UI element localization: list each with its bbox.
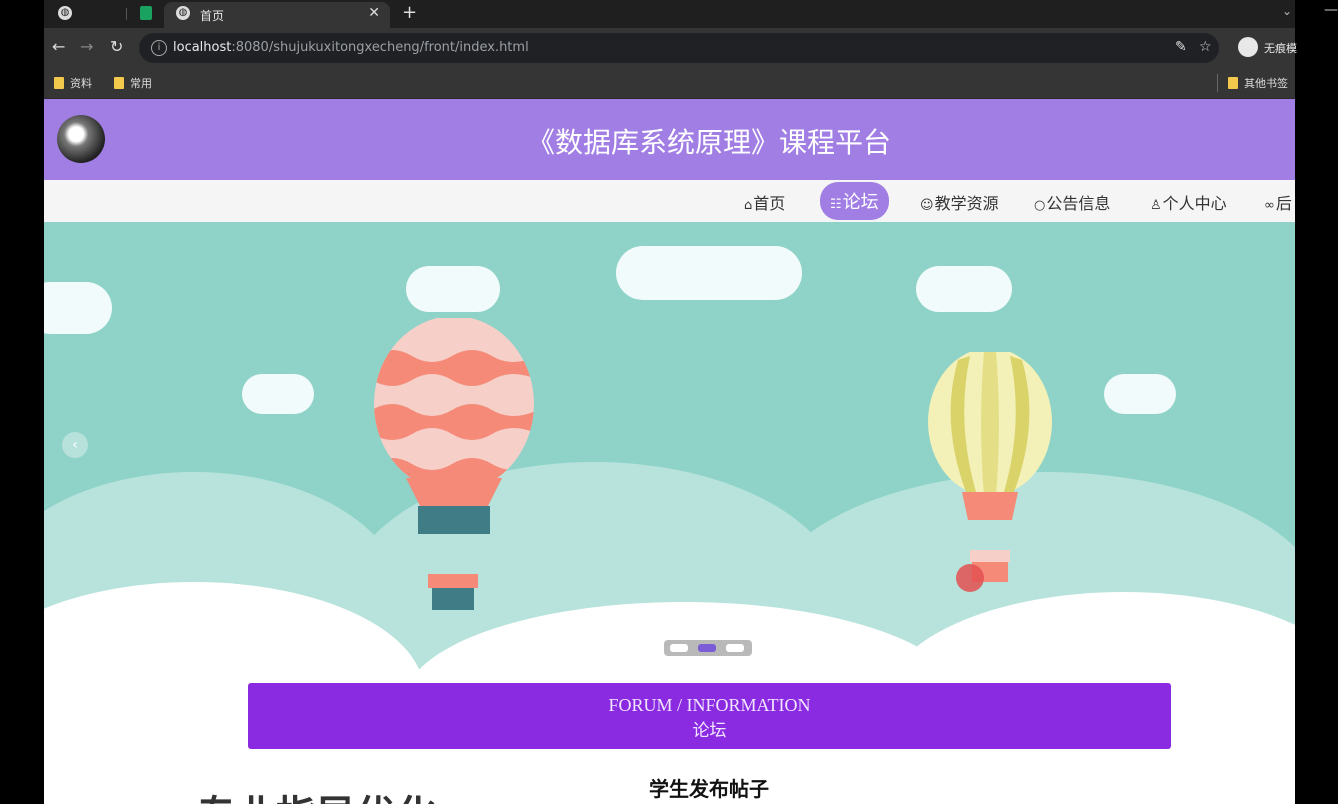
key-icon[interactable]: ✎: [1175, 39, 1187, 55]
cloud: [1104, 374, 1176, 414]
close-icon[interactable]: ✕: [368, 5, 380, 21]
forum-icon: ☷: [830, 197, 842, 212]
bookmark-divider: [1217, 74, 1218, 92]
other-bookmarks[interactable]: 其他书签: [1228, 75, 1288, 91]
folder-icon: [54, 77, 64, 89]
address-bar[interactable]: i localhost:8080/shujukuxitongxecheng/fr…: [139, 33, 1219, 63]
menu-item-notices[interactable]: ○公告信息: [1034, 190, 1110, 214]
menu-item-resources[interactable]: ☺教学资源: [920, 190, 999, 214]
hero-carousel[interactable]: ‹: [44, 222, 1295, 669]
cloud: [242, 374, 314, 414]
profile-name[interactable]: 无痕模: [1264, 40, 1297, 56]
forum-title-zh: 论坛: [692, 721, 727, 740]
forward-icon[interactable]: →: [80, 37, 93, 56]
folder-icon: [1228, 77, 1238, 89]
carousel-dot[interactable]: [726, 644, 744, 652]
hot-air-balloon-pink: [374, 318, 534, 610]
home-icon: ⌂: [744, 198, 753, 213]
forum-title-en: FORUM / INFORMATION: [608, 695, 811, 715]
url-path: :8080/shujukuxitongxecheng/front/index.h…: [231, 40, 529, 55]
web-page: 《数据库系统原理》课程平台 ⌂首页 ☷论坛 ☺教学资源 ○公告信息 ♙个人中心 …: [44, 99, 1295, 804]
bookmarks-bar: 资料 常用 其他书签: [44, 68, 1295, 99]
active-tab[interactable]: ◍ 首页 ✕: [164, 2, 390, 28]
carousel-dot-active[interactable]: [698, 644, 716, 652]
posts-heading: 学生发布帖子: [649, 777, 769, 801]
mouse-cursor-indicator: [956, 564, 984, 592]
cloud: [44, 282, 112, 334]
browser-toolbar: ← → ↻ i localhost:8080/shujukuxitongxech…: [44, 28, 1297, 68]
back-icon[interactable]: ←: [52, 37, 65, 56]
menu-item-admin[interactable]: ∞后: [1264, 190, 1292, 214]
site-title: 《数据库系统原理》课程平台: [526, 126, 891, 159]
user-icon: ♙: [1150, 198, 1162, 213]
spreadsheet-tab-icon[interactable]: [140, 6, 152, 20]
tab-divider: [126, 8, 127, 20]
main-menu: ⌂首页 ☷论坛 ☺教学资源 ○公告信息 ♙个人中心 ∞后: [44, 180, 1295, 223]
reload-icon[interactable]: ↻: [110, 37, 123, 56]
cloud: [616, 246, 802, 300]
carousel-dot[interactable]: [670, 644, 688, 652]
notice-icon: ○: [1034, 198, 1046, 213]
menu-item-forum[interactable]: ☷论坛: [820, 182, 889, 220]
menu-item-home[interactable]: ⌂首页: [744, 190, 785, 214]
star-icon[interactable]: ☆: [1199, 39, 1212, 55]
url-text[interactable]: localhost:8080/shujukuxitongxecheng/fron…: [173, 40, 529, 55]
browser-tab-bar: ◍ ◍ 首页 ✕ + ⌄ —: [44, 0, 1338, 28]
globe-icon: ◍: [176, 6, 190, 20]
cloud: [916, 266, 1012, 312]
bookmark-folder[interactable]: 常用: [114, 75, 152, 91]
site-header: 《数据库系统原理》课程平台: [44, 99, 1295, 180]
hot-air-balloon-yellow: [928, 352, 1052, 582]
link-icon: ∞: [1264, 198, 1275, 213]
menu-item-profile[interactable]: ♙个人中心: [1150, 190, 1227, 214]
cloud: [406, 266, 500, 312]
url-host: localhost: [173, 40, 232, 55]
bookmark-folder[interactable]: 资料: [54, 75, 92, 91]
resources-icon: ☺: [920, 198, 934, 213]
tab-title: 首页: [200, 9, 225, 23]
folder-icon: [114, 77, 124, 89]
carousel-indicators: [664, 640, 752, 656]
incognito-avatar[interactable]: [1238, 37, 1258, 57]
forum-section-banner: FORUM / INFORMATION 论坛: [248, 683, 1171, 749]
globe-icon[interactable]: ◍: [58, 6, 72, 20]
minimize-icon[interactable]: —: [1324, 2, 1338, 18]
new-tab-icon[interactable]: +: [402, 2, 417, 23]
info-icon[interactable]: i: [151, 40, 167, 56]
chevron-down-icon[interactable]: ⌄: [1282, 4, 1292, 18]
carousel-prev-icon[interactable]: ‹: [62, 432, 88, 458]
